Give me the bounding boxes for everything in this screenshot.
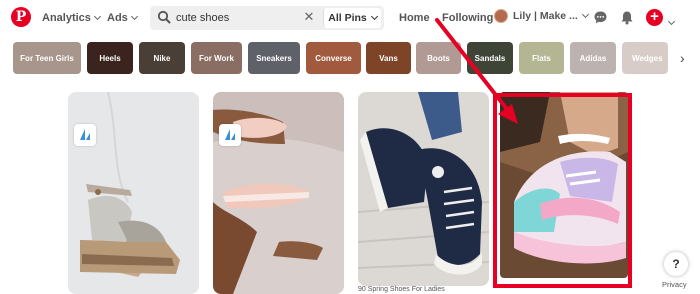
chevron-down-icon [581,10,589,19]
chevron-down-icon [667,17,676,26]
help-button[interactable]: ? [664,252,688,276]
pin-image [358,92,489,286]
chevron-down-icon [93,12,101,21]
search-scope-dropdown[interactable]: All Pins [323,8,381,28]
user-name: Lily | Make ... [513,10,578,22]
chip-for-teen-girls[interactable]: For Teen Girls [13,42,81,74]
notifications-bell-icon[interactable] [620,10,634,25]
search-icon [157,10,171,24]
chip-vans[interactable]: Vans [366,42,411,74]
chip-sneakers[interactable]: Sneakers [248,42,300,74]
create-plus-icon[interactable]: + [646,9,663,26]
pin-navy-converse[interactable] [358,92,489,286]
search-bar: ✕ All Pins [150,6,384,30]
pin-caption[interactable]: 90 Spring Shoes For Ladies [358,286,445,293]
brand-badge-icon [74,124,96,146]
chip-converse[interactable]: Converse [306,42,361,74]
following-link[interactable]: Following [442,12,493,24]
chip-boots[interactable]: Boots [416,42,461,74]
chip-adidas[interactable]: Adidas [570,42,616,74]
messages-icon[interactable] [593,10,608,25]
chip-heels[interactable]: Heels [87,42,133,74]
pin-image [68,92,199,294]
chip-nike[interactable]: Nike [139,42,185,74]
chevron-right-icon[interactable]: › [680,50,685,66]
chevron-down-icon [370,12,378,21]
ads-menu[interactable]: Ads [107,12,138,24]
chip-wedges[interactable]: Wedges [622,42,668,74]
analytics-menu[interactable]: Analytics [42,12,101,24]
pin-image [213,92,344,294]
brand-badge-icon [219,124,241,146]
search-input[interactable] [176,10,316,26]
chip-for-work[interactable]: For Work [191,42,242,74]
user-profile-menu[interactable]: Lily | Make ... [494,9,589,23]
avatar [494,9,508,23]
ads-label: Ads [107,12,128,24]
search-scope-label: All Pins [328,12,367,24]
chip-sandals[interactable]: Sandals [467,42,513,74]
chevron-down-icon [130,12,138,21]
analytics-label: Analytics [42,12,91,24]
top-navigation-bar: P Analytics Ads ✕ All Pins Home Followin… [0,0,700,38]
pinterest-logo-icon[interactable]: P [11,7,31,27]
highlight-frame [493,93,632,288]
home-link[interactable]: Home [399,12,430,24]
more-options-chevron[interactable] [667,11,676,29]
chip-flats[interactable]: Flats [519,42,564,74]
clear-search-icon[interactable]: ✕ [302,9,316,24]
pin-snakeskin-sandal[interactable] [68,92,199,294]
privacy-link[interactable]: Privacy [662,280,687,289]
pin-pink-slip-ons[interactable] [213,92,344,294]
